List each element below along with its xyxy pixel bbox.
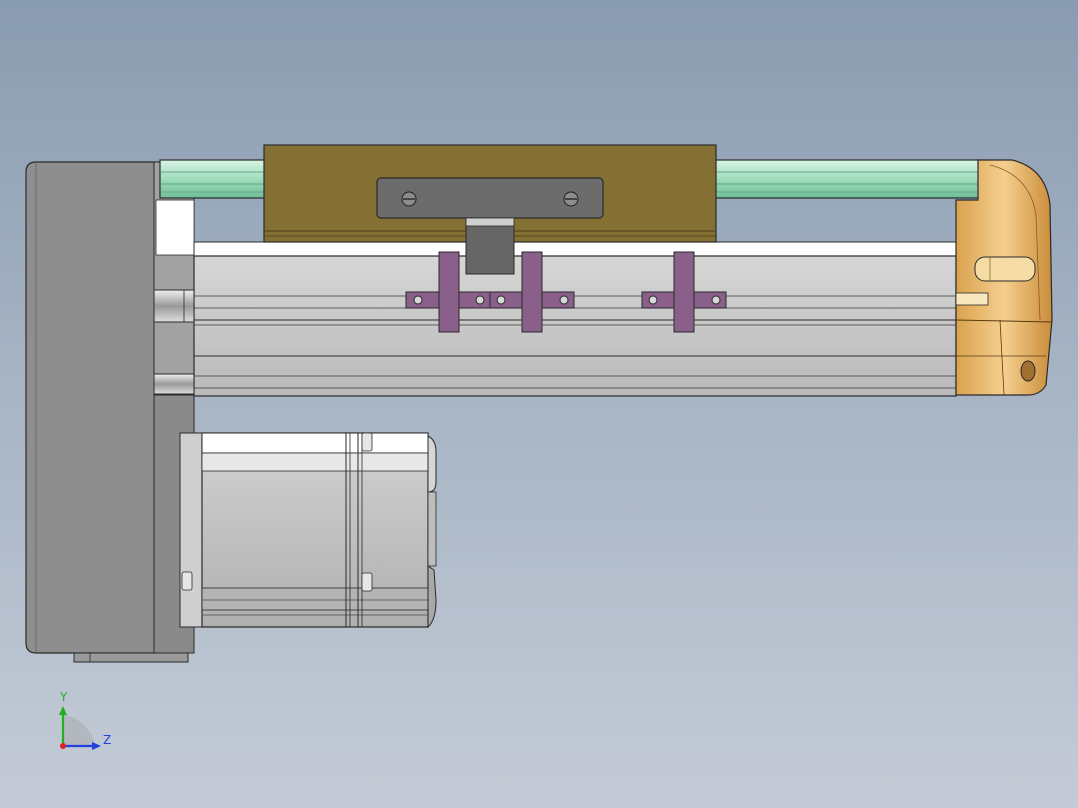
cad-viewport[interactable]: Y Z <box>0 0 1078 808</box>
motor-bolt <box>181 571 193 591</box>
aluminum-profile <box>193 241 957 397</box>
plate-screw-right <box>563 191 579 207</box>
x-axis-icon <box>60 743 66 749</box>
end-cap-hole <box>1020 360 1036 382</box>
y-axis-label: Y <box>59 690 68 704</box>
motor-bolt <box>361 572 373 592</box>
motor <box>179 432 437 629</box>
coordinate-triad: Y Z <box>59 690 111 750</box>
z-axis-label: Z <box>103 733 111 747</box>
cad-model-view: Y Z <box>25 144 1053 750</box>
plate-screw-left <box>401 191 417 207</box>
end-cap-pin <box>974 256 1036 282</box>
motor-bolt <box>361 432 373 452</box>
gear-housing <box>25 161 195 663</box>
